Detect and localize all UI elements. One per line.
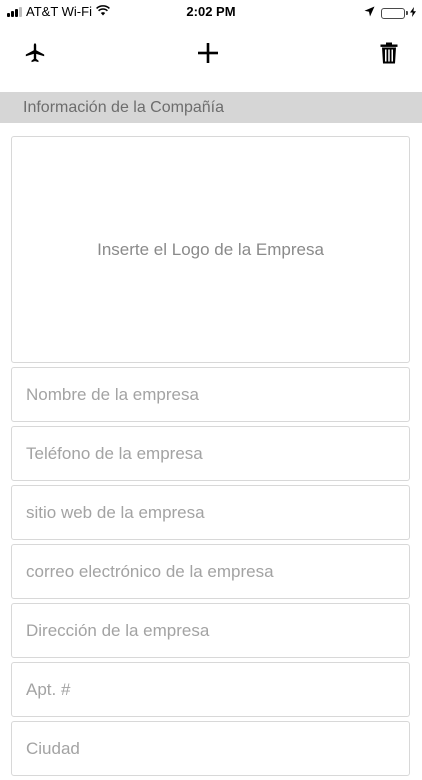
company-form — [11, 367, 410, 780]
location-arrow-icon — [364, 4, 375, 22]
battery-icon — [381, 7, 405, 19]
logo-upload-label: Inserte el Logo de la Empresa — [97, 239, 324, 259]
toolbar — [0, 28, 422, 78]
airplane-icon — [25, 43, 45, 63]
delete-button[interactable] — [374, 38, 404, 68]
company-email-field[interactable] — [26, 561, 409, 582]
status-bar: AT&T Wi-Fi 2:02 PM — [0, 0, 422, 24]
company-phone-field[interactable] — [26, 443, 409, 464]
battery-nub — [406, 11, 408, 15]
apt-field[interactable] — [26, 679, 409, 700]
company-website-field[interactable] — [26, 502, 409, 523]
section-header: Información de la Compañía — [0, 92, 422, 123]
trash-icon — [380, 42, 398, 64]
logo-upload-area[interactable]: Inserte el Logo de la Empresa — [11, 136, 410, 363]
company-address-field[interactable] — [26, 620, 409, 641]
company-name-field[interactable] — [26, 384, 409, 405]
company-website-field-container — [11, 485, 410, 540]
battery-indicator — [381, 4, 416, 22]
company-address-field-container — [11, 603, 410, 658]
airplane-button[interactable] — [20, 38, 50, 68]
city-field[interactable] — [26, 738, 409, 759]
add-button[interactable] — [193, 38, 223, 68]
city-field-container — [11, 721, 410, 776]
status-right — [364, 4, 416, 22]
charging-bolt-icon — [410, 4, 416, 22]
company-name-field-container — [11, 367, 410, 422]
company-phone-field-container — [11, 426, 410, 481]
company-email-field-container — [11, 544, 410, 599]
plus-icon — [198, 43, 218, 63]
status-time: 2:02 PM — [186, 4, 236, 19]
apt-field-container — [11, 662, 410, 717]
